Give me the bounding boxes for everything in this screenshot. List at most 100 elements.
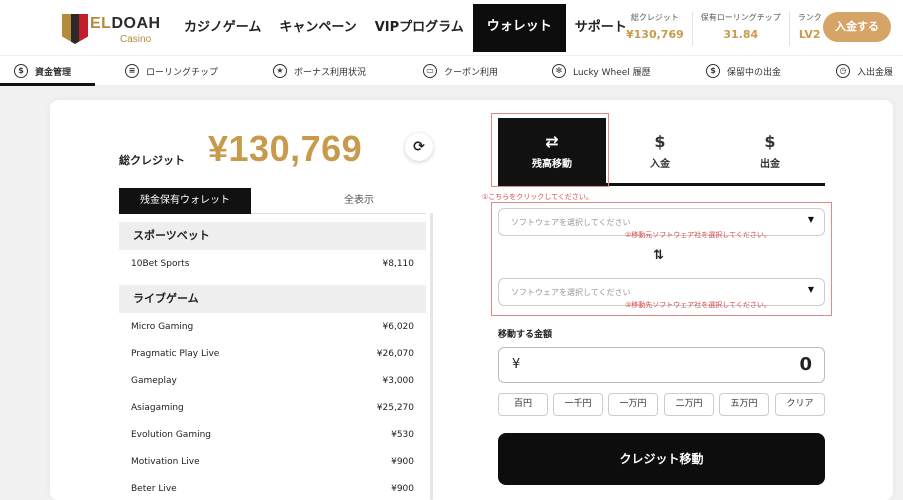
withdraw-dollar-icon: $ [764,132,776,151]
subnav-coupon-usage[interactable]: ▭ クーポン利用 [423,56,498,86]
wallet-row: Beter Live ¥900 [119,475,426,500]
stat-label: 総クレジット [630,13,679,22]
wallet-name: 10Bet Sports [131,258,190,269]
wallet-name: Beter Live [131,483,177,494]
wallet-name: Motivation Live [131,456,200,467]
top-header: ELDOAH Casino カジノゲーム キャンペーン VIPプログラム ウォレ… [0,0,903,55]
quick-amount-button[interactable]: 一万円 [608,393,658,416]
wallet-row: Pragmatic Play Live ¥26,070 [119,340,426,367]
hint-source-select: ②移動元ソフトウェア社を選択してください。 [625,231,771,239]
tab-show-all[interactable]: 全表示 [329,188,389,214]
subnav-label: 保留中の出金 [727,67,782,78]
wallet-list: スポーツベット 10Bet Sports ¥8,110 ライブゲーム Micro … [119,214,426,500]
wallet-card: 総クレジット ¥130,769 ⟳ 残金保有ウォレット 全表示 スポーツベット … [50,100,893,500]
subnav-transaction-history[interactable]: ◷ 入出金履 [836,56,893,86]
wallet-row: Motivation Live ¥900 [119,448,426,475]
total-credit-label: 総クレジット [119,154,185,167]
wallet-name: Micro Gaming [131,321,194,332]
tab-deposit[interactable]: $ 入金 [605,118,715,183]
brand-logo[interactable]: ELDOAH Casino [62,12,162,46]
nav-campaigns[interactable]: キャンペーン [270,0,365,55]
subnav-label: Lucky Wheel 履歴 [573,67,651,78]
tab-label: 入金 [650,159,670,170]
stat-value: LV2 [798,28,821,41]
pending-dollar-icon: $ [706,64,720,78]
chevron-down-icon: ▼ [807,285,814,294]
subnav-label: 資金管理 [35,67,72,78]
account-stats: 総クレジット ¥130,769 保有ローリングチップ 31.84 ランク LV2 [618,12,830,46]
chip-icon: ≡ [125,64,139,78]
logo-emblem [62,14,88,44]
wallet-amount: ¥26,070 [376,348,414,359]
wallet-amount: ¥8,110 [382,258,415,269]
total-credit-amount: ¥130,769 [208,128,363,169]
brand-name-suffix: DOAH [111,15,161,32]
clear-amount-button[interactable]: クリア [775,393,825,416]
nav-casino-games[interactable]: カジノゲーム [175,0,270,55]
currency-symbol: ¥ [512,357,521,372]
wallet-row: 10Bet Sports ¥8,110 [119,250,426,277]
tab-balance-wallets[interactable]: 残金保有ウォレット [119,188,251,214]
hint-target-select: ③移動先ソフトウェア社を選択してください。 [625,301,771,309]
subnav-pending-withdrawal[interactable]: $ 保留中の出金 [706,56,781,86]
quick-amount-button[interactable]: 百円 [498,393,548,416]
transfer-amount-label: 移動する金額 [498,330,553,340]
amount-value: 0 [799,354,812,375]
subnav-label: クーポン利用 [444,67,499,78]
tab-label: 出金 [760,159,780,170]
quick-amount-button[interactable]: 一千円 [553,393,603,416]
nav-wallet[interactable]: ウォレット [472,4,566,52]
deposit-dollar-icon: $ [654,132,666,151]
deposit-button[interactable]: 入金する [823,12,891,42]
stat-total-credit: 総クレジット ¥130,769 [618,12,693,46]
star-badge-icon: ★ [273,64,287,78]
refresh-icon[interactable]: ⟳ [405,133,433,161]
subnav-fund-management[interactable]: $ 資金管理 [14,56,71,86]
select-placeholder: ソフトウェアを選択してください [511,218,631,227]
subnav-rolling-chip[interactable]: ≡ ローリングチップ [125,56,218,86]
highlight-tab-box [491,113,609,187]
subnav-label: ローリングチップ [146,67,219,78]
subnav-lucky-wheel-history[interactable]: ✻ Lucky Wheel 履歴 [552,56,651,86]
wallet-row: Micro Gaming ¥6,020 [119,313,426,340]
swap-direction-icon[interactable]: ⇅ [653,248,664,263]
wallet-amount: ¥900 [391,483,414,494]
dollar-circle-icon: $ [14,64,28,78]
quick-amount-button[interactable]: 二万円 [664,393,714,416]
transfer-amount-input[interactable]: ¥ 0 [498,347,825,383]
quick-amount-button[interactable]: 五万円 [719,393,769,416]
stat-value: 31.84 [723,28,759,41]
brand-subtitle: Casino [120,34,152,45]
wallet-list-scrollbar[interactable] [430,213,433,500]
credit-transfer-button[interactable]: クレジット移動 [498,433,825,485]
subnav-label: ボーナス利用状況 [294,67,367,78]
clock-icon: ◷ [836,64,850,78]
select-placeholder: ソフトウェアを選択してください [511,288,631,297]
coupon-icon: ▭ [423,64,437,78]
wallet-section-title: ライブゲーム [119,285,426,313]
wallet-amount: ¥900 [391,456,414,467]
wallet-subnav: $ 資金管理 ≡ ローリングチップ ★ ボーナス利用状況 ▭ クーポン利用 ✻ Lucky… [0,55,903,86]
wheel-icon: ✻ [552,64,566,78]
wallet-name: Asiagaming [131,402,184,413]
wallet-name: Evolution Gaming [131,429,211,440]
subnav-label: 入出金履 [857,67,894,78]
stat-rolling-chip: 保有ローリングチップ 31.84 [693,12,790,46]
wallet-section-title: スポーツベット [119,222,426,250]
hint-click-here: ①こちらをクリックしてください。 [482,193,593,201]
wallet-amount: ¥530 [391,429,414,440]
stat-value: ¥130,769 [626,28,684,41]
wallet-row: Evolution Gaming ¥530 [119,421,426,448]
tab-withdraw[interactable]: $ 出金 [715,118,825,183]
main-nav: カジノゲーム キャンペーン VIPプログラム ウォレット サポート [175,0,636,55]
nav-vip-program[interactable]: VIPプログラム [366,0,473,55]
stat-label: 保有ローリングチップ [700,13,781,22]
wallet-amount: ¥3,000 [382,375,415,386]
wallet-amount: ¥25,270 [376,402,414,413]
brand-name-prefix: EL [90,15,112,32]
subnav-bonus-usage[interactable]: ★ ボーナス利用状況 [273,56,366,86]
stat-label: ランク [797,13,822,22]
wallet-name: Pragmatic Play Live [131,348,220,359]
wallet-amount: ¥6,020 [382,321,415,332]
wallet-tabs: 残金保有ウォレット 全表示 [119,188,426,214]
